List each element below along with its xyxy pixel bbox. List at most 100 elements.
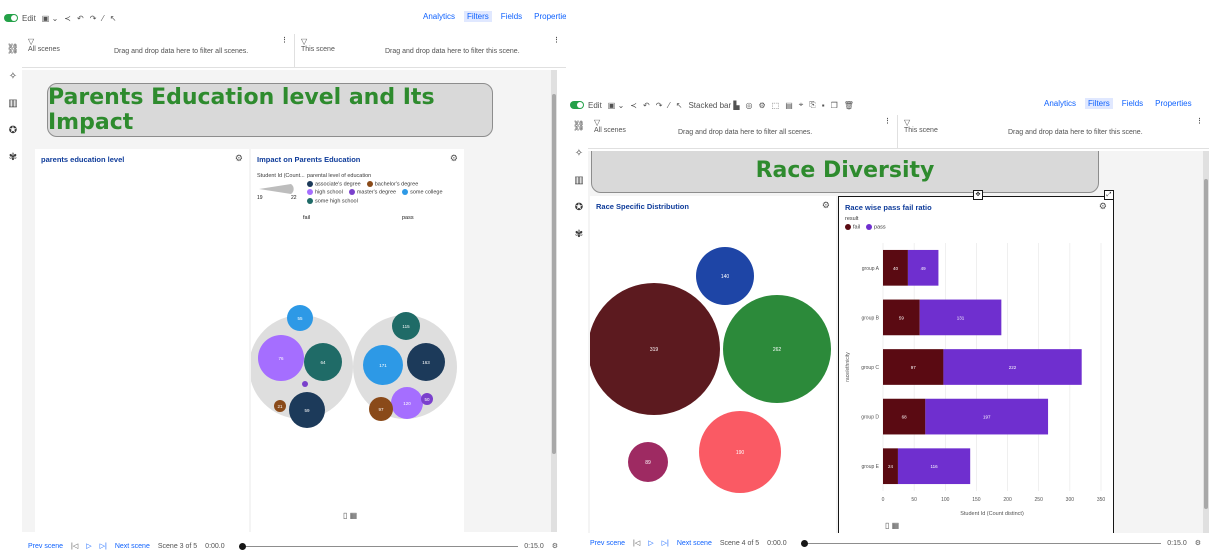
edit-label[interactable]: Edit	[22, 14, 36, 23]
overflow-menu-icon[interactable]: ⋮	[1196, 117, 1203, 125]
overflow-menu-icon[interactable]: ⋮	[281, 36, 288, 44]
treemap-card[interactable]: parents education level ⚙ some college 22…	[35, 149, 249, 532]
pin-icon[interactable]: ⌖	[799, 100, 804, 110]
edit-label[interactable]: Edit	[588, 101, 602, 110]
pin-icon[interactable]: ✧	[575, 148, 583, 159]
settings-icon[interactable]: ⚙	[1099, 201, 1107, 212]
drag-handle-icon[interactable]: ✥	[973, 190, 983, 200]
this-scene-filter[interactable]: ▽ This scene Drag and drop data here to …	[898, 115, 1209, 148]
chart-icon[interactable]: ▥	[8, 98, 17, 109]
share-icon[interactable]: ≺	[64, 14, 71, 23]
properties-button[interactable]: Properties	[531, 11, 566, 22]
assistant-icon[interactable]: ✪	[575, 202, 583, 213]
target-icon[interactable]: ◎	[746, 101, 753, 110]
save-icon[interactable]: ▣ ⌄	[42, 14, 58, 23]
treemap-cell[interactable]: master's degree 59	[213, 408, 247, 532]
all-scenes-filter[interactable]: ▽ All scenes Drag and drop data here to …	[588, 115, 898, 148]
legend-item[interactable]: master's degree	[348, 189, 396, 196]
pointer-icon[interactable]: ↖	[110, 14, 117, 23]
filters-button[interactable]: Filters	[1085, 98, 1113, 109]
overflow-menu-icon[interactable]: ⋮	[884, 117, 891, 125]
settings-icon[interactable]: ⚙	[1195, 539, 1201, 547]
prev-scene-button[interactable]: Prev scene	[28, 543, 63, 550]
overflow-menu-icon[interactable]: ⋮	[553, 36, 560, 44]
next-scene-button[interactable]: Next scene	[677, 540, 712, 547]
this-scene-filter[interactable]: ▽ This scene Drag and drop data here to …	[295, 34, 566, 67]
settings-icon[interactable]: ⚙	[822, 200, 830, 211]
race-bubble-chart[interactable]: 319 262 190 140 89	[590, 214, 836, 533]
redo-icon[interactable]: ↷	[90, 14, 97, 23]
settings-icon[interactable]: ⚙	[235, 153, 243, 164]
treemap-cell[interactable]: some high school 179	[37, 408, 143, 532]
legend-item[interactable]: high school	[307, 189, 343, 196]
layout-icon[interactable]: ▤	[785, 101, 793, 110]
edit-toggle[interactable]	[570, 101, 584, 109]
settings-icon[interactable]: ⚙	[759, 101, 766, 110]
analytics-button[interactable]: Analytics	[420, 11, 458, 22]
shapes-icon[interactable]: ✾	[9, 152, 17, 163]
filters-button[interactable]: Filters	[464, 11, 492, 22]
pin-icon[interactable]: ✧	[9, 71, 17, 82]
play-icon[interactable]: ▷	[86, 542, 91, 550]
treemap-cell[interactable]: high school 196	[183, 171, 247, 408]
bar-chart[interactable]: 0 50 100 150 200 250 300 350 group A 40 49 group B 5…	[839, 237, 1113, 517]
race-distribution-card[interactable]: Race Specific Distribution ⚙ 319 262 190 14…	[590, 196, 836, 533]
data-icon[interactable]: ⛓	[7, 44, 20, 55]
treemap-cell[interactable]: bachelor's degree 118	[143, 408, 213, 532]
wand-icon[interactable]: ⁄	[668, 101, 669, 110]
impact-legend: associate's degree bachelor's degree high …	[307, 181, 457, 204]
play-icon[interactable]: ▷	[648, 539, 653, 547]
impact-card[interactable]: Impact on Parents Education ⚙ Student Id…	[251, 149, 464, 532]
undo-icon[interactable]: ↶	[643, 101, 650, 110]
bubble[interactable]	[302, 381, 308, 387]
all-scenes-filter[interactable]: ▽ All scenes Drag and drop data here to …	[22, 34, 295, 67]
table-view-icon[interactable]: ▯ ▦	[885, 521, 899, 530]
treemap-cell[interactable]: associate's degree 222	[111, 171, 183, 408]
settings-icon[interactable]: ⚙	[552, 542, 558, 550]
properties-button[interactable]: Properties	[1152, 98, 1194, 109]
wand-icon[interactable]: ⁄	[102, 14, 103, 23]
undo-icon[interactable]: ↶	[77, 14, 84, 23]
legend-item[interactable]: bachelor's degree	[366, 181, 418, 187]
copy-icon[interactable]: ⎘	[809, 100, 815, 110]
fields-button[interactable]: Fields	[1119, 98, 1146, 109]
timeline-slider[interactable]	[238, 542, 519, 550]
treemap-cell[interactable]: some college 226	[37, 171, 111, 408]
analytics-button[interactable]: Analytics	[1041, 98, 1079, 109]
delete-icon[interactable]: 🗑	[844, 101, 854, 110]
settings-icon[interactable]: ⚙	[450, 153, 458, 164]
legend-item[interactable]: some high school	[307, 197, 358, 204]
pass-fail-card[interactable]: Race wise pass fail ratio ⚙ result fail p…	[838, 190, 1114, 533]
chart-icon[interactable]: ▥	[574, 175, 583, 186]
impact-bubble-chart[interactable]: 55 76 64 59 21 115 171 163 120 97 50	[251, 279, 464, 479]
legend-item[interactable]: associate's degree	[307, 181, 361, 187]
data-icon[interactable]: ⛓	[573, 121, 586, 132]
next-scene-button[interactable]: Next scene	[115, 543, 150, 550]
shapes-icon[interactable]: ✾	[575, 229, 583, 240]
duplicate-icon[interactable]: ❐	[831, 101, 838, 110]
save-icon[interactable]: ▣ ⌄	[608, 101, 624, 110]
filter-icon: ▽	[594, 118, 601, 127]
legend-item[interactable]: some college	[402, 189, 443, 196]
vertical-scrollbar[interactable]	[1203, 151, 1209, 533]
assistant-icon[interactable]: ✪	[9, 125, 17, 136]
first-scene-icon[interactable]: |◁	[71, 542, 78, 550]
prev-scene-button[interactable]: Prev scene	[590, 540, 625, 547]
last-scene-icon[interactable]: ▷|	[662, 539, 669, 547]
timeline-slider[interactable]	[800, 539, 1162, 547]
legend-item[interactable]: fail	[845, 224, 860, 230]
first-scene-icon[interactable]: |◁	[633, 539, 640, 547]
frame-icon[interactable]: ⬚	[772, 101, 780, 110]
fields-button[interactable]: Fields	[498, 11, 525, 22]
redo-icon[interactable]: ↷	[656, 101, 663, 110]
edit-toggle[interactable]	[4, 14, 18, 22]
resize-handle-icon[interactable]: ⤢	[1104, 190, 1114, 200]
stacked-bar-button[interactable]: Stacked bar ▙	[688, 101, 739, 110]
vertical-scrollbar[interactable]	[551, 70, 557, 532]
legend-item[interactable]: pass	[866, 224, 886, 230]
table-view-icon[interactable]: ▯ ▦	[343, 511, 357, 520]
share-icon[interactable]: ≺	[630, 101, 637, 110]
paste-icon[interactable]: ▪	[822, 101, 825, 110]
last-scene-icon[interactable]: ▷|	[100, 542, 107, 550]
pointer-icon[interactable]: ↖	[676, 101, 683, 110]
